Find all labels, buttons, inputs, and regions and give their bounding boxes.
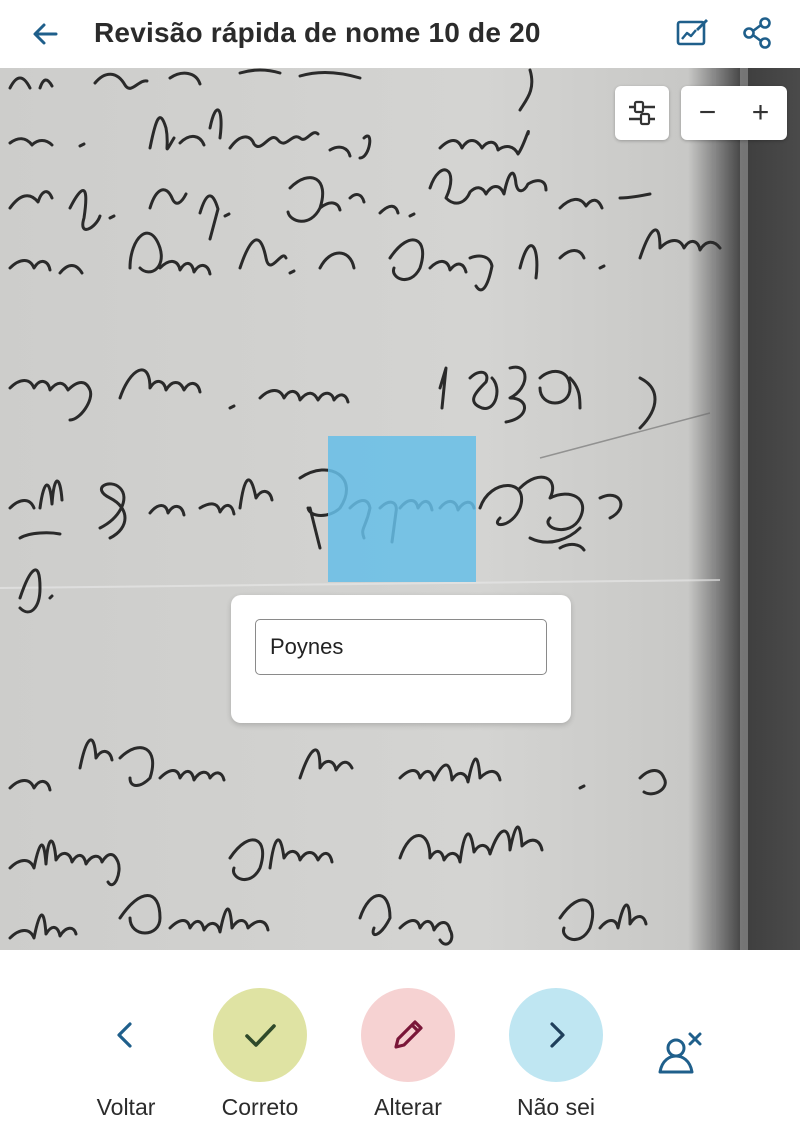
chevron-right-icon: [550, 1022, 565, 1048]
back-action-button[interactable]: Voltar: [56, 988, 196, 1121]
zoom-out-button[interactable]: −: [681, 86, 734, 140]
zoom-in-button[interactable]: +: [734, 86, 787, 140]
name-input[interactable]: [255, 619, 547, 675]
back-action-circle: [79, 988, 173, 1082]
correct-circle: [213, 988, 307, 1082]
chevron-left-icon: [117, 1022, 132, 1048]
back-action-label: Voltar: [96, 1094, 156, 1120]
change-label: Alterar: [374, 1094, 442, 1120]
change-circle: [361, 988, 455, 1082]
name-highlight-box: [328, 436, 476, 582]
image-edit-icon[interactable]: [674, 15, 710, 51]
change-button[interactable]: Alterar: [338, 988, 478, 1121]
correct-label: Correto: [221, 1094, 299, 1120]
share-icon[interactable]: [740, 15, 776, 51]
dont-know-button[interactable]: Não sei: [486, 988, 626, 1121]
name-answer-card: [231, 595, 571, 723]
dont-know-circle: [509, 988, 603, 1082]
check-icon: [245, 1024, 276, 1047]
pencil-icon: [394, 1020, 423, 1049]
person-remove-icon[interactable]: [654, 1028, 710, 1084]
correct-button[interactable]: Correto: [190, 988, 330, 1121]
sliders-icon: [629, 100, 655, 126]
document-image-viewer[interactable]: − +: [0, 68, 800, 950]
page-title: Revisão rápida de nome 10 de 20: [94, 17, 541, 48]
review-action-bar: Voltar Correto Alterar Não sei: [0, 950, 800, 1136]
app-header: Revisão rápida de nome 10 de 20: [0, 0, 800, 68]
dont-know-label: Não sei: [517, 1094, 595, 1120]
back-arrow-icon[interactable]: [28, 16, 64, 52]
zoom-controls: − +: [681, 86, 787, 140]
image-adjust-button[interactable]: [615, 86, 669, 140]
